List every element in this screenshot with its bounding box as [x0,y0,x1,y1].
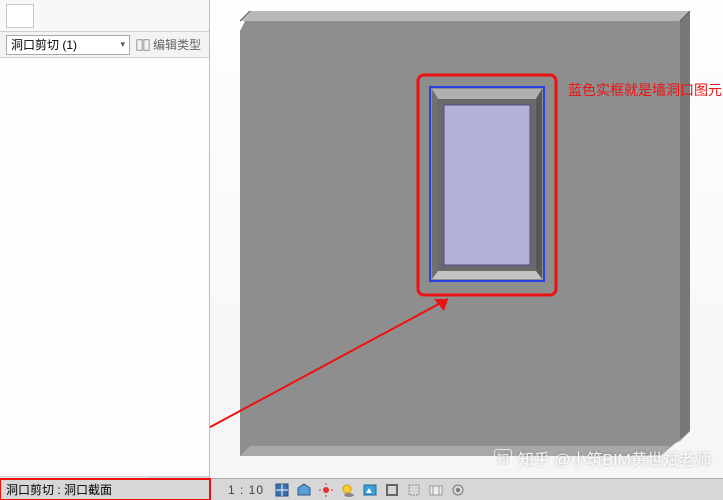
crop-region-icon[interactable] [384,482,400,498]
status-bar: 洞口剪切 : 洞口截面 1 : 10 [0,478,723,500]
rendering-icon[interactable] [362,482,378,498]
edit-type-icon [136,38,150,52]
edit-type-button[interactable]: 编辑类型 [134,36,203,53]
view-control-bar: 1 : 10 [210,482,723,498]
temp-hide-icon[interactable] [450,482,466,498]
sun-path-icon[interactable] [318,482,334,498]
type-thumbnail [6,4,34,28]
status-element-name: 洞口剪切 : 洞口截面 [0,479,210,500]
viewport-3d[interactable]: 蓝色实框就是墙洞口图元 知 知乎 @小筑BIM黄世斌老师 [210,0,723,500]
detail-level-icon[interactable] [274,482,290,498]
viewport-canvas [210,0,723,500]
type-selector-row: 洞口剪切 (1) ▾ 编辑类型 [0,32,209,58]
view-scale[interactable]: 1 : 10 [228,483,264,497]
visual-style-icon[interactable] [296,482,312,498]
status-element-name-text: 洞口剪切 : 洞口截面 [6,481,112,498]
wall-opening-element [430,87,544,281]
view-icon-strip [274,482,466,498]
type-selector-dropdown[interactable]: 洞口剪切 (1) ▾ [6,35,130,55]
type-selector-value: 洞口剪切 (1) [11,36,77,53]
show-crop-icon[interactable] [406,482,422,498]
annotation-text: 蓝色实框就是墙洞口图元 [568,80,722,100]
type-preview-row [0,0,209,32]
properties-body [0,58,209,476]
shadows-icon[interactable] [340,482,356,498]
app-root: 洞口剪切 (1) ▾ 编辑类型 属性帮助 应用 [0,0,723,500]
edit-type-label: 编辑类型 [153,36,201,53]
properties-panel: 洞口剪切 (1) ▾ 编辑类型 属性帮助 应用 [0,0,210,500]
lock-view-icon[interactable] [428,482,444,498]
chevron-down-icon: ▾ [120,39,125,50]
